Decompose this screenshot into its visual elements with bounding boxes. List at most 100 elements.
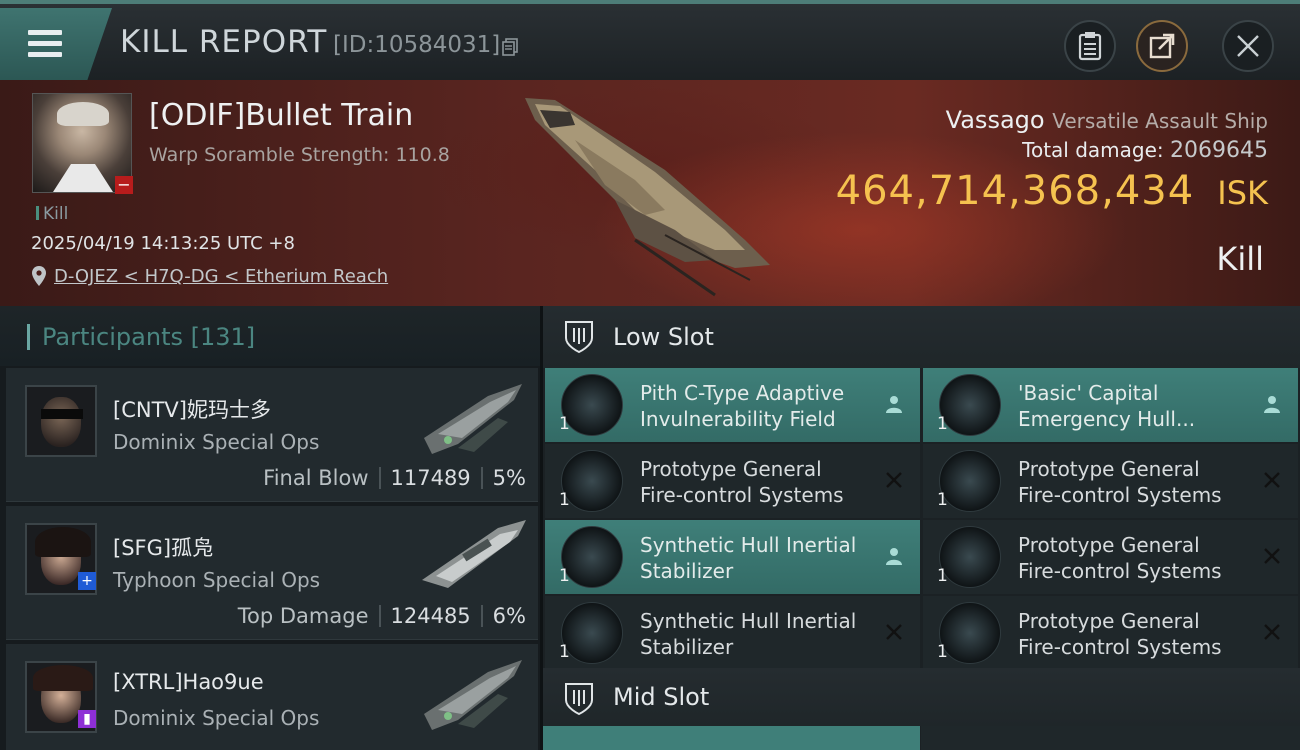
participant-name[interactable]: [XTRL]Hao9ue [113, 670, 264, 694]
low-slot-title: Low Slot [613, 323, 714, 351]
module-card[interactable]: 1 'Basic' Capital Emergency Hull... [923, 368, 1298, 442]
close-icon [1237, 35, 1259, 57]
module-name-line: Stabilizer [640, 559, 734, 583]
module-card[interactable]: 1 Pith C-Type Adaptive Invulnerability Fie… [545, 368, 920, 442]
person-dropped-icon [1264, 396, 1280, 413]
module-icon [939, 450, 1001, 512]
participant-row[interactable]: ▮ [XTRL]Hao9ue Dominix Special Ops [6, 644, 538, 750]
module-name-line: Fire-control Systems [1018, 559, 1222, 583]
plus-badge-icon: + [78, 572, 96, 590]
mid-slot-module[interactable] [921, 726, 1300, 750]
report-result: Kill [1216, 240, 1264, 278]
participants-title-text: Participants [42, 323, 183, 351]
participants-header: Participants [131] [0, 306, 540, 366]
module-card[interactable]: 1 Prototype General Fire-control Systems [545, 444, 920, 518]
participant-ship: Typhoon Special Ops [113, 568, 321, 592]
participant-row[interactable]: [CNTV]妮玛士多 Dominix Special Ops Final Blo… [6, 368, 538, 502]
module-icon [561, 602, 623, 664]
close-button[interactable] [1222, 20, 1274, 72]
low-slot-icon [565, 321, 593, 354]
avatar-hair [33, 665, 93, 691]
module-icon [561, 374, 623, 436]
module-icon [939, 526, 1001, 588]
person-dropped-icon [886, 396, 902, 413]
destroyed-x-icon [1264, 548, 1280, 564]
module-name-line: 'Basic' Capital [1018, 381, 1159, 405]
module-name: Synthetic Hull Inertial Stabilizer [640, 532, 875, 584]
module-name-line: Prototype General [1018, 609, 1200, 633]
participant-name[interactable]: [CNTV]妮玛士多 [113, 394, 271, 424]
participant-avatar[interactable] [25, 385, 97, 457]
module-name-line: Synthetic Hull Inertial [640, 533, 857, 557]
victim-banner: − [ODIF]Bullet Train Warp Soramble Stren… [0, 80, 1300, 306]
victim-ship: Vassago Versatile Assault Ship [946, 106, 1268, 134]
hostile-badge-icon: − [115, 176, 133, 194]
participant-percent: 5% [492, 466, 526, 490]
module-name: Synthetic Hull Inertial Stabilizer [640, 608, 875, 660]
module-name-line: Prototype General [640, 457, 822, 481]
module-quantity: 1 [559, 566, 570, 586]
module-icon [939, 602, 1001, 664]
stats-separator [378, 467, 381, 489]
kill-location-link[interactable]: D-OJEZ < H7Q-DG < Etherium Reach [54, 266, 388, 287]
fitting-panel: Low Slot 1 Pith C-Type Adaptive Invulnerab… [543, 306, 1300, 750]
menu-button[interactable] [0, 8, 112, 80]
mid-slot-module[interactable] [543, 726, 920, 750]
participant-name[interactable]: [SFG]孤凫 [113, 532, 213, 562]
victim-pilot-name[interactable]: [ODIF]Bullet Train [149, 98, 413, 133]
share-button[interactable] [1136, 20, 1188, 72]
kill-datetime: 2025/04/19 14:13:25 UTC +8 [31, 233, 295, 254]
copy-icon[interactable] [502, 38, 518, 56]
module-card[interactable]: 1 Synthetic Hull Inertial Stabilizer [545, 520, 920, 594]
module-quantity: 1 [937, 642, 948, 662]
person-dropped-icon [886, 548, 902, 565]
module-quantity: 1 [559, 490, 570, 510]
participant-ship-image [424, 660, 522, 730]
mid-slot-header: Mid Slot [543, 668, 1300, 726]
avatar-face [41, 397, 81, 447]
module-icon [939, 374, 1001, 436]
victim-ship-image [525, 98, 770, 297]
module-name-line: Invulnerability Field [640, 407, 836, 431]
module-name-line: Pith C-Type Adaptive [640, 381, 845, 405]
module-name: 'Basic' Capital Emergency Hull... [1018, 380, 1253, 432]
destroyed-x-icon [1264, 624, 1280, 640]
module-name-line: Prototype General [1018, 457, 1200, 481]
total-damage: Total damage: 2069645 [1022, 138, 1268, 163]
module-name-line: Fire-control Systems [1018, 635, 1222, 659]
module-card[interactable]: 1 Synthetic Hull Inertial Stabilizer [545, 596, 920, 670]
module-icon [561, 450, 623, 512]
menu-icon-line [28, 52, 62, 57]
clipboard-button[interactable] [1064, 20, 1116, 72]
stats-separator [480, 605, 483, 627]
participant-row[interactable]: + [SFG]孤凫 Typhoon Special Ops Top Damage… [6, 506, 538, 640]
participant-ship-image [422, 520, 526, 588]
total-damage-label: Total damage: [1022, 138, 1164, 162]
mid-slot-title: Mid Slot [613, 683, 710, 711]
module-name-line: Stabilizer [640, 635, 734, 659]
top-bar: KILL REPORT [ID:10584031] [0, 0, 1300, 80]
participant-role: Top Damage [237, 604, 369, 628]
module-name: Prototype General Fire-control Systems [1018, 608, 1253, 660]
module-name-line: Fire-control Systems [640, 483, 844, 507]
module-card[interactable]: 1 Prototype General Fire-control Systems [923, 444, 1298, 518]
ship-name[interactable]: Vassago [946, 106, 1045, 134]
participant-ship: Dominix Special Ops [113, 706, 320, 730]
isk-value: 464,714,368,434 [835, 168, 1195, 214]
avatar-collar [53, 164, 113, 192]
warp-scramble-strength: Warp Soramble Strength: 110.8 [149, 144, 450, 166]
destroyed-x-icon [886, 472, 902, 488]
destroyed-x-icon [1264, 472, 1280, 488]
participant-damage: 124485 [390, 604, 471, 628]
module-quantity: 1 [559, 642, 570, 662]
person-badge-icon: ▮ [78, 710, 96, 728]
module-card[interactable]: 1 Prototype General Fire-control Systems [923, 596, 1298, 670]
low-slot-header: Low Slot [543, 306, 1300, 368]
participants-header-accent [27, 324, 30, 350]
module-name-line: Emergency Hull... [1018, 407, 1196, 431]
stats-separator [480, 467, 483, 489]
module-name-line: Synthetic Hull Inertial [640, 609, 857, 633]
module-card[interactable]: 1 Prototype General Fire-control Systems [923, 520, 1298, 594]
module-name: Prototype General Fire-control Systems [1018, 456, 1253, 508]
isk-loss: 464,714,368,434 ISK [836, 168, 1268, 214]
